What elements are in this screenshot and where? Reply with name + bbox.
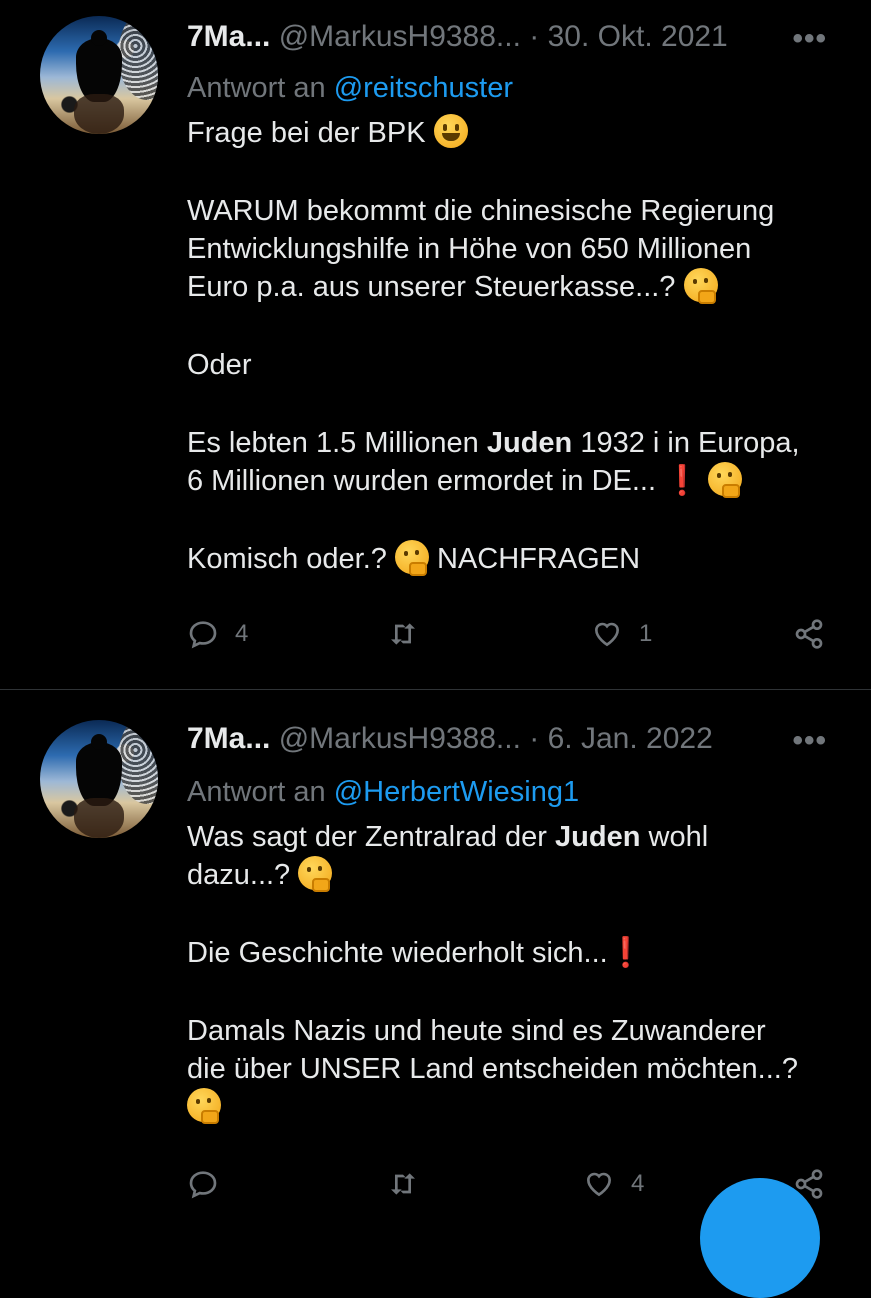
reply-context: Antwort an @HerbertWiesing1	[187, 776, 579, 809]
mention-link[interactable]: @HerbertWiesing1	[334, 776, 579, 808]
thinking-face-emoji-icon	[298, 856, 333, 892]
text-line: 6 Millionen wurden ermordet in DE...	[187, 465, 657, 497]
more-icon[interactable]: •••	[792, 22, 827, 56]
text-line: die über UNSER Land entscheiden möchten.…	[187, 1053, 798, 1085]
tweet-2[interactable]: 7Ma... @MarkusH9388... · 6. Jan. 2022 ••…	[0, 690, 871, 1200]
retweet-button[interactable]	[387, 618, 435, 650]
more-icon[interactable]: •••	[792, 724, 827, 758]
compose-button[interactable]	[700, 1178, 820, 1298]
like-icon	[586, 1172, 612, 1197]
reply-prefix: Antwort an	[187, 776, 326, 808]
text-segment: Was sagt der Zentralrad der	[187, 821, 547, 853]
text-line: Die Geschichte wiederholt sich...	[187, 937, 608, 969]
reply-prefix: Antwort an	[187, 72, 326, 104]
text-line: Oder	[187, 349, 252, 381]
retweet-icon	[391, 1173, 415, 1195]
avatar-figure	[76, 734, 122, 806]
tweet-date[interactable]: 6. Jan. 2022	[548, 722, 713, 755]
reply-icon	[189, 1171, 217, 1199]
text-line: Euro p.a. aus unserer Steuerkasse...?	[187, 271, 676, 303]
tweet-header: 7Ma... @MarkusH9388... · 30. Okt. 2021	[187, 20, 728, 54]
thinking-face-emoji-icon	[394, 540, 429, 576]
exclamation-emoji-icon: ❗	[607, 937, 644, 969]
tweet-date[interactable]: 30. Okt. 2021	[548, 20, 728, 53]
text-segment: Komisch oder.?	[187, 543, 387, 575]
tweet-header: 7Ma... @MarkusH9388... · 6. Jan. 2022	[187, 722, 713, 756]
share-button[interactable]	[793, 618, 825, 650]
avatar-reflection	[74, 798, 124, 838]
like-button[interactable]: 1	[591, 618, 652, 650]
mention-link[interactable]: @reitschuster	[334, 72, 513, 104]
text-line: Damals Nazis und heute sind es Zuwandere…	[187, 1015, 766, 1047]
bold-word: Juden	[555, 821, 641, 853]
separator-dot: ·	[529, 722, 540, 755]
reply-count: 4	[235, 620, 249, 647]
like-count: 4	[631, 1170, 645, 1197]
avatar[interactable]	[40, 16, 158, 134]
reply-button[interactable]: 4	[187, 618, 248, 650]
exclamation-emoji-icon: ❗	[664, 465, 701, 497]
like-icon	[594, 622, 620, 647]
display-name[interactable]: 7Ma...	[187, 20, 270, 53]
text-line: WARUM bekommt die chinesische Regierung	[187, 195, 775, 227]
text-line: dazu...?	[187, 859, 291, 891]
thinking-face-emoji-icon	[187, 1088, 221, 1124]
avatar-pattern	[118, 16, 158, 100]
tweet-1[interactable]: 7Ma... @MarkusH9388... · 30. Okt. 2021 •…	[0, 0, 871, 688]
user-handle[interactable]: @MarkusH9388...	[279, 20, 521, 53]
reply-button[interactable]	[187, 1168, 235, 1200]
bold-word: Juden	[486, 427, 573, 459]
like-count: 1	[639, 620, 653, 647]
reply-icon	[189, 621, 217, 649]
text-segment: NACHFRAGEN	[437, 543, 641, 575]
thinking-face-emoji-icon	[708, 462, 743, 498]
avatar-reflection	[74, 94, 124, 134]
separator-dot: ·	[529, 20, 540, 53]
share-icon	[795, 619, 823, 649]
reply-context: Antwort an @reitschuster	[187, 72, 513, 105]
tweet-actions: 4 1	[187, 618, 837, 658]
text-line: Frage bei der BPK	[187, 117, 426, 149]
retweet-icon	[391, 623, 415, 645]
text-segment: wohl	[648, 821, 709, 853]
grinning-face-emoji-icon	[433, 114, 468, 148]
avatar-figure	[76, 30, 122, 102]
avatar[interactable]	[40, 720, 158, 838]
text-segment: 1932 i in Europa,	[580, 427, 800, 459]
text-line: Entwicklungshilfe in Höhe von 650 Millio…	[187, 233, 752, 265]
tweet-text: Frage bei der BPK WARUM bekommt die chin…	[187, 114, 837, 578]
retweet-button[interactable]	[387, 1168, 435, 1200]
like-button[interactable]: 4	[583, 1168, 644, 1200]
avatar-pattern	[118, 720, 158, 804]
display-name[interactable]: 7Ma...	[187, 722, 270, 755]
user-handle[interactable]: @MarkusH9388...	[279, 722, 521, 755]
tweet-text: Was sagt der Zentralrad der Juden wohl d…	[187, 818, 837, 1126]
text-segment: Es lebten 1.5 Millionen	[187, 427, 479, 459]
thinking-face-emoji-icon	[683, 268, 718, 304]
